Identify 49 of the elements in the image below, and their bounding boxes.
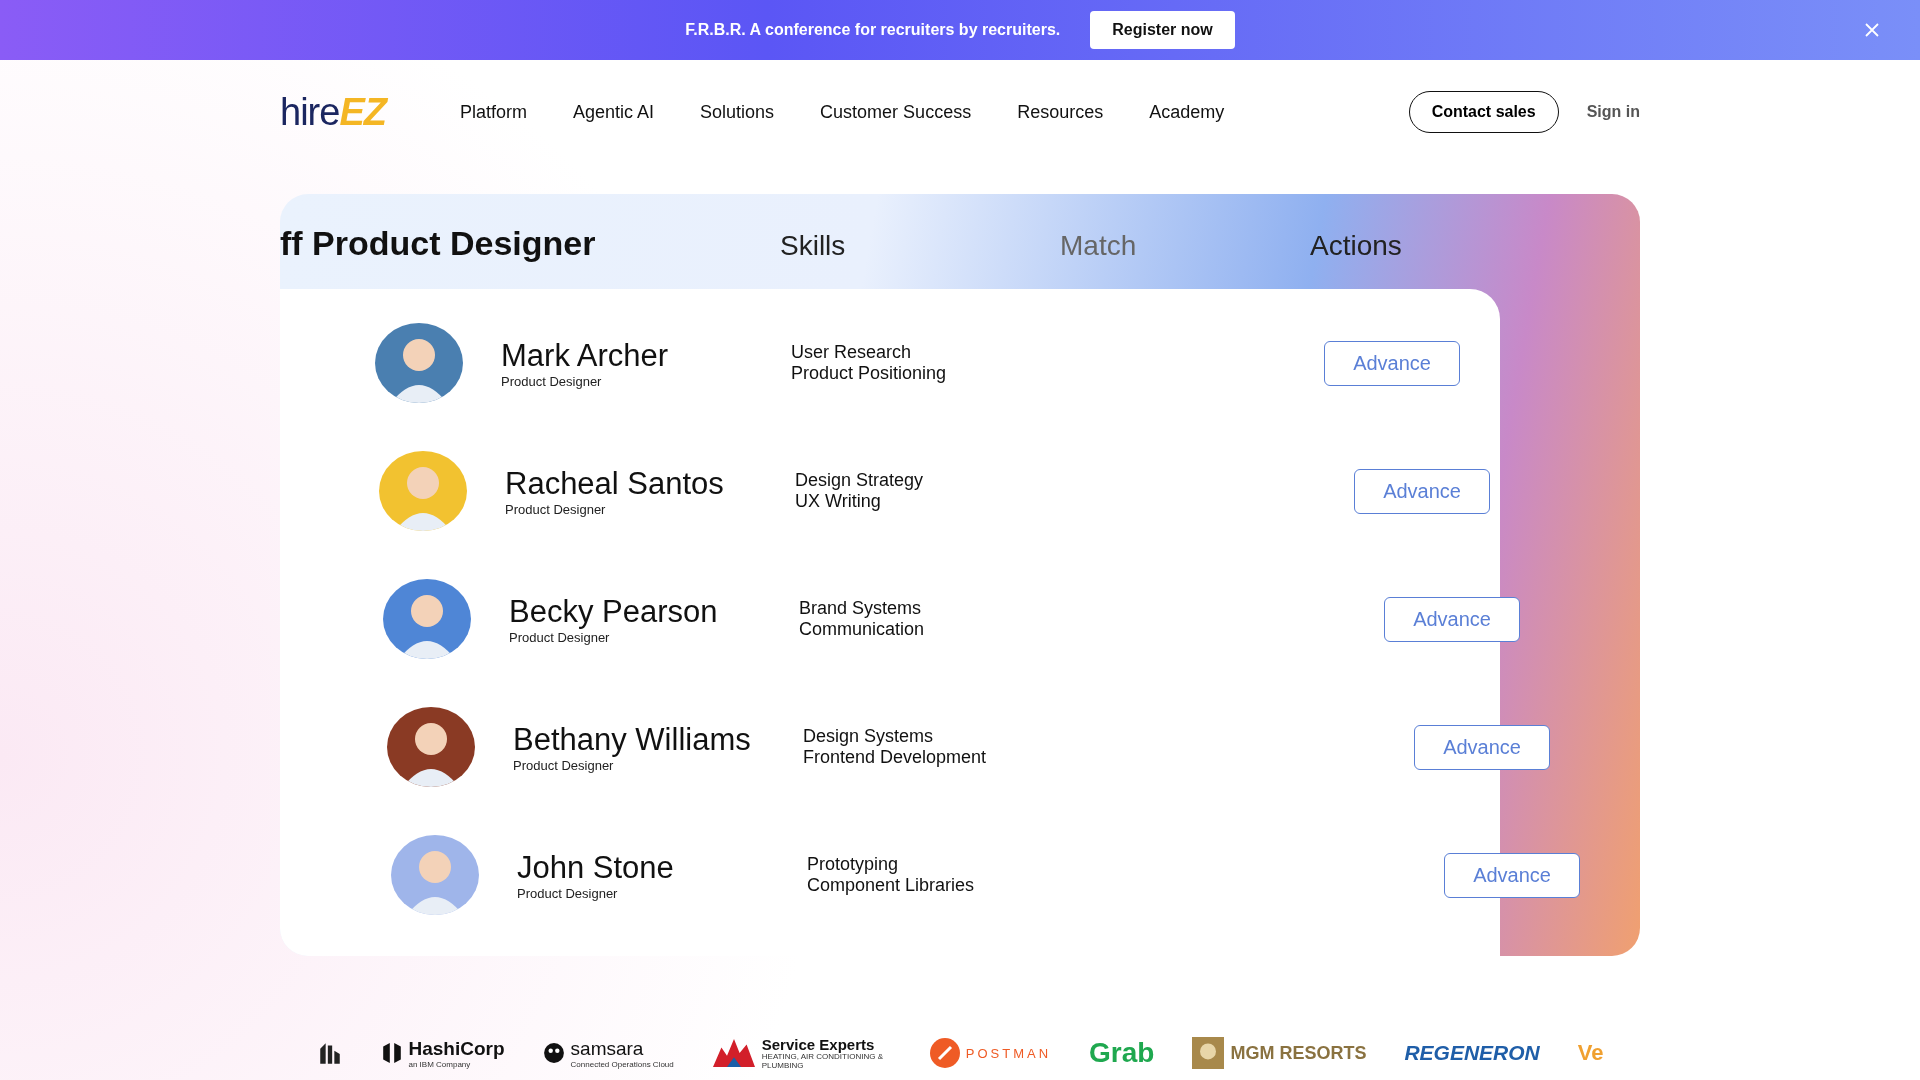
candidate-role: Product Designer xyxy=(501,373,603,389)
skill-text: Design Strategy xyxy=(795,470,925,491)
company-logo: MGM RESORTS xyxy=(1192,1037,1367,1070)
banner-text: F.R.B.R. A conference for recruiters by recruiters. xyxy=(685,21,1061,39)
sign-in-link[interactable]: Sign in xyxy=(1586,103,1640,121)
skill-text: UX Writing xyxy=(795,491,882,512)
register-button[interactable]: Register now xyxy=(1090,11,1235,49)
advance-button[interactable]: Advance xyxy=(1444,852,1580,898)
skill-text: User Research xyxy=(791,342,913,363)
candidate-name: Racheal Santos xyxy=(505,465,725,502)
hireez-logo[interactable]: hireEZ xyxy=(280,90,386,134)
candidate-name: Mark Archer xyxy=(501,337,670,374)
table-title: ff Product Designer xyxy=(280,224,597,263)
column-header: Match xyxy=(1060,230,1138,262)
candidate-role: Product Designer xyxy=(513,757,615,773)
nav-link[interactable]: Customer Success xyxy=(820,101,972,123)
nav-link[interactable]: Resources xyxy=(1017,101,1104,123)
candidate-name: Becky Pearson xyxy=(509,593,719,630)
column-header: Skills xyxy=(780,230,847,262)
company-logo: REGENERON xyxy=(1404,1041,1540,1066)
skill-text: Communication xyxy=(799,619,926,640)
candidate-name: John Stone xyxy=(517,849,675,886)
nav-link[interactable]: Solutions xyxy=(700,101,775,123)
skill-text: Design Systems xyxy=(803,726,935,747)
nav-link[interactable]: Agentic AI xyxy=(572,101,655,123)
contact-sales-button[interactable]: Contact sales xyxy=(1408,91,1559,133)
company-logo: samsara Connected Operations Cloud xyxy=(542,1037,674,1069)
company-logo: HashiCorp an IBM Company xyxy=(380,1037,505,1069)
advance-button[interactable]: Advance xyxy=(1414,724,1550,770)
advance-button[interactable]: Advance xyxy=(1384,596,1520,642)
nav-link[interactable]: Platform xyxy=(459,101,527,123)
nav-link[interactable]: Academy xyxy=(1149,101,1225,123)
advance-button[interactable]: Advance xyxy=(1324,340,1460,386)
skill-text: Brand Systems xyxy=(799,598,923,619)
company-logo: Ve xyxy=(1577,1040,1604,1067)
skill-text: Prototyping xyxy=(807,854,900,875)
company-logo: Grab xyxy=(1089,1037,1155,1070)
candidate-role: Product Designer xyxy=(517,885,619,901)
company-logo: POSTMAN xyxy=(929,1038,1052,1069)
skill-text: Component Libraries xyxy=(807,875,976,896)
candidate-role: Product Designer xyxy=(505,501,607,517)
candidate-role: Product Designer xyxy=(509,629,611,645)
skill-text: Frontend Development xyxy=(803,747,988,768)
advance-button[interactable]: Advance xyxy=(1354,468,1490,514)
close-icon[interactable] xyxy=(1864,22,1880,38)
candidate-name: Bethany Williams xyxy=(513,721,752,758)
skill-text: Product Positioning xyxy=(791,363,948,384)
company-logo: Service Experts HEATING, AIR CONDITIONING & PLUMBING xyxy=(711,1036,892,1071)
column-header: Actions xyxy=(1310,230,1403,262)
